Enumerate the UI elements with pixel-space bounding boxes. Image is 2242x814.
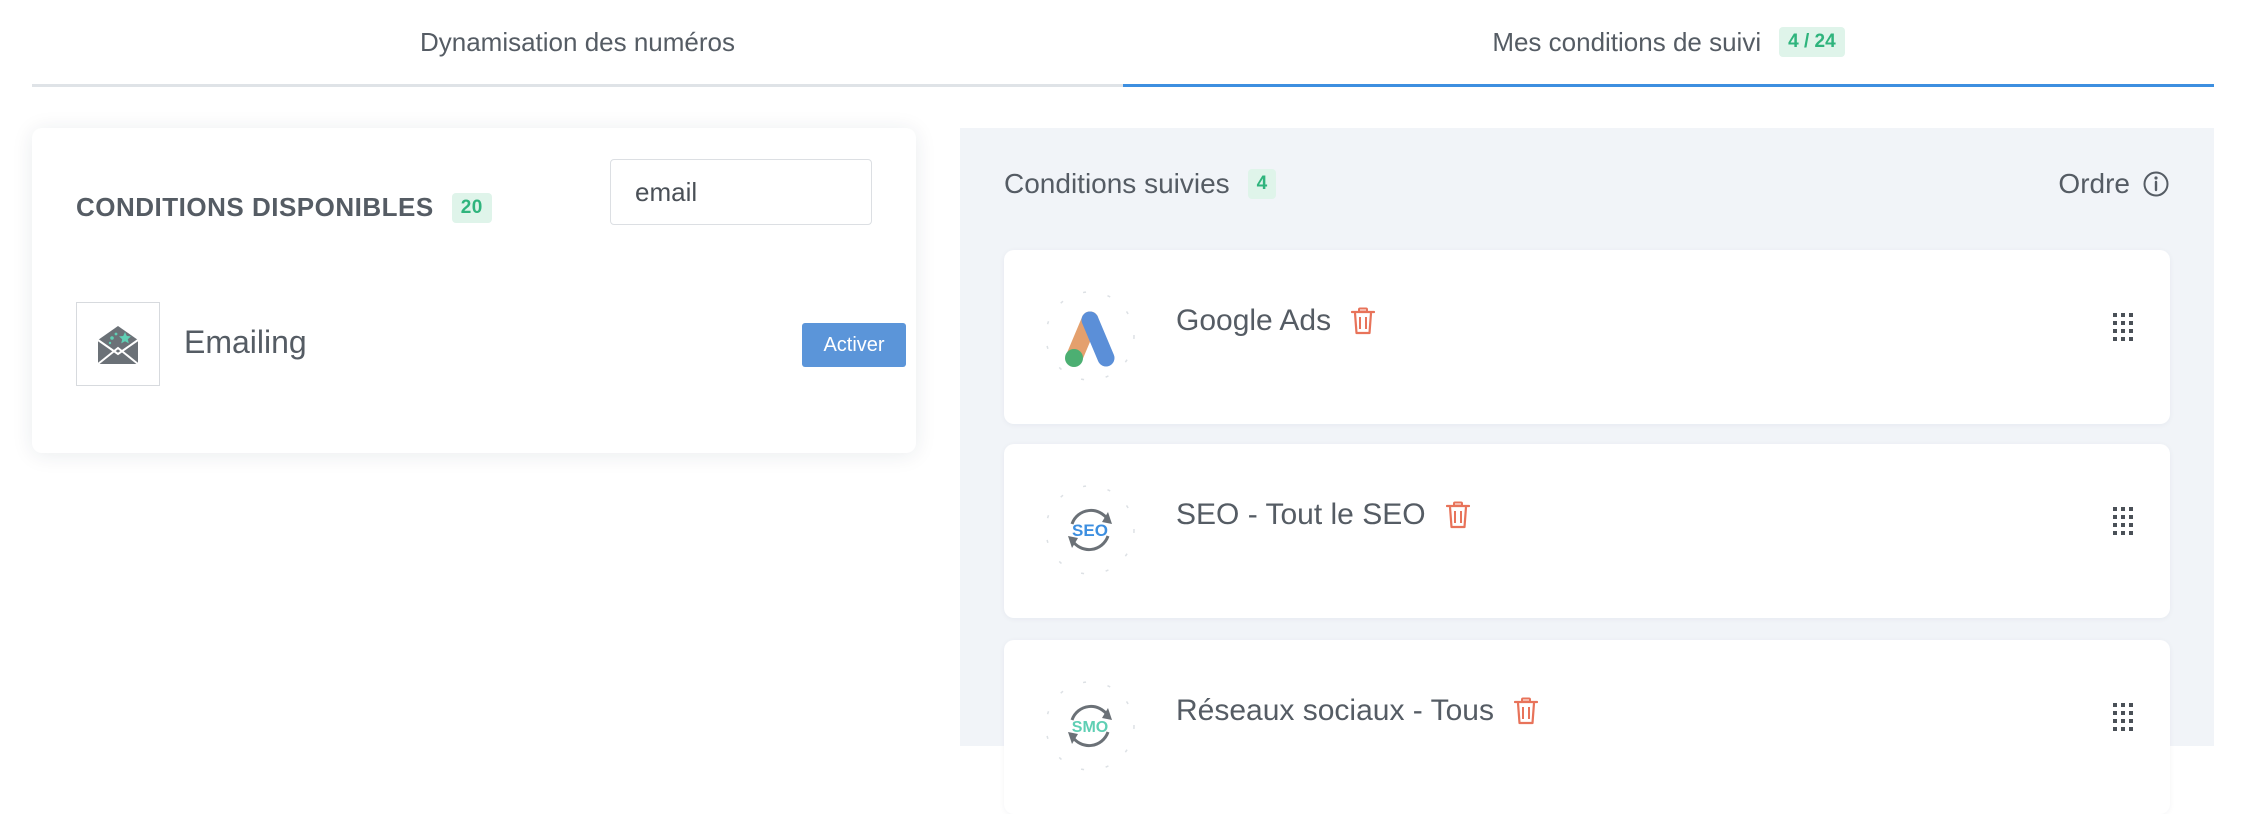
drag-handle-icon[interactable] — [2112, 506, 2134, 541]
search-input[interactable] — [610, 159, 872, 225]
google-ads-icon — [1044, 290, 1136, 382]
condition-name: Google Ads — [1176, 304, 1332, 337]
tab-count-badge: 4 / 24 — [1779, 27, 1845, 57]
available-conditions-header: CONDITIONS DISPONIBLES 20 — [76, 192, 492, 223]
condition-name: Emailing — [184, 324, 307, 360]
tab-label: Mes conditions de suivi — [1492, 26, 1762, 57]
tab-bar: Dynamisation des numéros Mes conditions … — [32, 0, 2214, 87]
tracked-conditions-panel: Conditions suivies 4 Ordre Google Ads SE… — [960, 128, 2214, 814]
order-label: Ordre — [2058, 168, 2130, 199]
tracked-conditions-header: Conditions suivies 4 — [1004, 168, 1277, 200]
envelope-icon — [76, 302, 160, 386]
condition-name: SEO - Tout le SEO — [1176, 498, 1426, 531]
logo-text: SMO — [1072, 719, 1108, 736]
condition-name-row: SEO - Tout le SEO — [1176, 498, 1470, 532]
available-count-badge: 20 — [451, 192, 492, 223]
logo-text: SEO — [1072, 521, 1108, 540]
order-button[interactable]: Ordre — [2058, 168, 2170, 200]
tracked-condition-card: SEO SEO - Tout le SEO — [1004, 444, 2170, 618]
tracked-conditions-title: Conditions suivies — [1004, 168, 1230, 199]
tab-label: Dynamisation des numéros — [419, 26, 736, 57]
tracked-count-badge: 4 — [1247, 169, 1277, 199]
seo-icon: SEO — [1044, 484, 1136, 576]
tab-my-tracking-conditions[interactable]: Mes conditions de suivi 4 / 24 — [1123, 0, 2214, 87]
tracked-condition-card: SMO Réseaux sociaux - Tous — [1004, 640, 2170, 814]
smo-icon: SMO — [1044, 680, 1136, 772]
info-icon[interactable] — [2142, 170, 2170, 198]
condition-name-row: Réseaux sociaux - Tous — [1176, 694, 1538, 728]
condition-name-row: Google Ads — [1176, 304, 1376, 338]
trash-icon[interactable] — [1351, 307, 1376, 335]
trash-icon[interactable] — [1445, 501, 1470, 529]
activate-button[interactable]: Activer — [802, 323, 906, 367]
drag-handle-icon[interactable] — [2112, 702, 2134, 737]
condition-name: Réseaux sociaux - Tous — [1176, 694, 1494, 727]
tab-number-dynamization[interactable]: Dynamisation des numéros — [32, 0, 1123, 87]
drag-handle-icon[interactable] — [2112, 312, 2134, 347]
tracked-condition-card: Google Ads — [1004, 250, 2170, 424]
list-item: Emailing Activer — [76, 302, 906, 388]
available-conditions-title: CONDITIONS DISPONIBLES — [76, 192, 434, 222]
trash-icon[interactable] — [1513, 697, 1538, 725]
available-conditions-card: CONDITIONS DISPONIBLES 20 Emailing Activ… — [32, 128, 916, 453]
